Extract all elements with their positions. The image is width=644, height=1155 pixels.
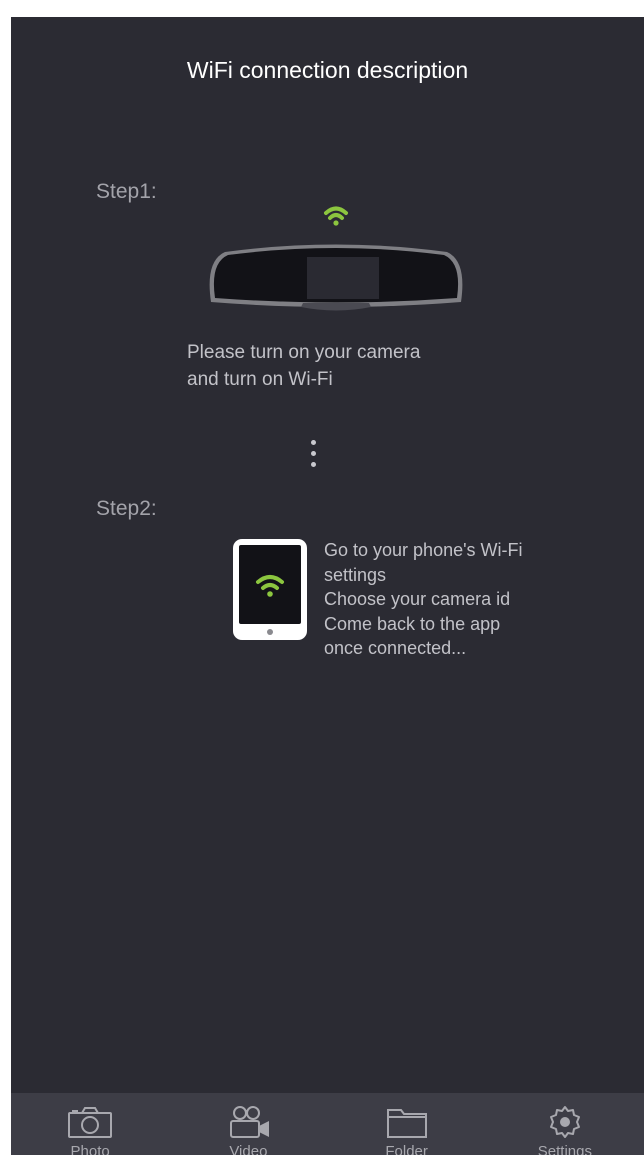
step1-instructions: Please turn on your camera and turn on W… [187, 339, 420, 393]
dashcam-mirror-icon [209, 206, 463, 311]
tab-settings[interactable]: Settings [486, 1093, 644, 1155]
step-separator-dots [309, 440, 317, 476]
tab-folder[interactable]: Folder [328, 1093, 486, 1155]
tab-photo[interactable]: Photo [11, 1093, 169, 1155]
step1-instruction-line: and turn on Wi-Fi [187, 369, 333, 390]
wifi-icon [324, 206, 348, 226]
video-camera-icon [230, 1106, 270, 1138]
step2-instruction-line: Go to your phone's Wi-Fi [324, 540, 523, 560]
wifi-connection-screen: WiFi connection description Step1: Pleas… [11, 17, 644, 1155]
phone-icon [233, 539, 307, 640]
step2-instruction-line: Choose your camera id [324, 589, 511, 609]
step2-instructions: Go to your phone's Wi-Fi settings Choose… [324, 538, 523, 661]
tab-photo-label: Photo [70, 1143, 110, 1155]
step2-label: Step2: [96, 497, 157, 520]
step2-instruction-line: once connected... [324, 638, 467, 658]
tab-video[interactable]: Video [169, 1093, 327, 1155]
folder-icon [386, 1109, 427, 1138]
page-title: WiFi connection description [186, 57, 469, 83]
camera-icon [68, 1107, 113, 1138]
gear-icon [549, 1106, 580, 1138]
bottom-tab-bar: Photo Video Folder Settings [11, 1093, 644, 1155]
step2-instruction-line: settings [324, 564, 387, 585]
tab-video-label: Video [229, 1143, 268, 1155]
step1-instruction-line: Please turn on your camera [187, 342, 421, 363]
tab-folder-label: Folder [385, 1143, 428, 1155]
step2-instruction-line: Come back to the app [324, 613, 501, 634]
step1-label: Step1: [96, 180, 157, 203]
tab-settings-label: Settings [537, 1143, 592, 1155]
